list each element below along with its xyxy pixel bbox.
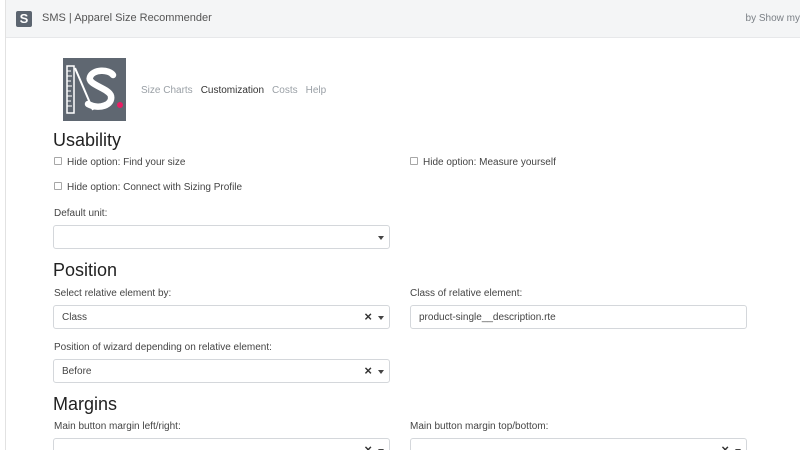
chevron-down-icon[interactable] xyxy=(378,236,384,240)
default-unit-select[interactable] xyxy=(53,225,390,249)
wizard-position-label: Position of wizard depending on relative… xyxy=(54,342,272,353)
clear-icon[interactable]: × xyxy=(364,364,372,378)
usability-heading: Usability xyxy=(53,130,122,150)
left-edge xyxy=(0,0,6,450)
margin-left-right-select[interactable]: × xyxy=(53,438,390,450)
nav-costs[interactable]: Costs xyxy=(272,85,298,96)
position-heading: Position xyxy=(53,260,118,280)
hide-connect-profile-label: Hide option: Connect with Sizing Profile xyxy=(67,182,243,193)
margin-left-right-label: Main button margin left/right: xyxy=(54,421,181,432)
clear-icon[interactable]: × xyxy=(364,310,372,324)
app-header: S SMS | Apparel Size Recommender by Show… xyxy=(6,0,800,38)
chevron-down-icon[interactable] xyxy=(378,370,384,374)
select-by-label: Select relative element by: xyxy=(54,288,172,299)
wizard-position-value: Before xyxy=(62,366,92,377)
app-badge-icon: S xyxy=(16,11,32,27)
chevron-down-icon[interactable] xyxy=(378,316,384,320)
hide-measure-yourself-option[interactable]: Hide option: Measure yourself xyxy=(410,156,556,168)
nav-size-charts[interactable]: Size Charts xyxy=(141,85,193,96)
class-relative-input[interactable]: product-single__description.rte xyxy=(410,305,747,329)
hide-connect-profile-option[interactable]: Hide option: Connect with Sizing Profile xyxy=(54,181,243,193)
nav-help[interactable]: Help xyxy=(306,85,327,96)
class-relative-label: Class of relative element: xyxy=(410,288,523,299)
by-author-link[interactable]: by Show my xyxy=(746,13,800,24)
clear-icon[interactable]: × xyxy=(364,443,372,450)
hide-find-size-option[interactable]: Hide option: Find your size xyxy=(54,156,186,168)
app-title: SMS | Apparel Size Recommender xyxy=(42,12,212,24)
select-by-select[interactable]: Class × xyxy=(53,305,390,329)
clear-icon[interactable]: × xyxy=(721,443,729,450)
hide-find-size-checkbox[interactable] xyxy=(54,156,62,165)
default-unit-label: Default unit: xyxy=(54,208,108,219)
wizard-position-select[interactable]: Before × xyxy=(53,359,390,383)
margin-top-bottom-label: Main button margin top/bottom: xyxy=(410,421,549,432)
hide-find-size-label: Hide option: Find your size xyxy=(67,157,186,168)
nav-customization[interactable]: Customization xyxy=(201,85,264,96)
hide-measure-yourself-label: Hide option: Measure yourself xyxy=(423,157,556,168)
main-nav: Size Charts Customization Costs Help xyxy=(141,85,334,96)
hide-measure-yourself-checkbox[interactable] xyxy=(410,156,418,165)
margin-top-bottom-select[interactable]: × xyxy=(410,438,747,450)
hide-connect-profile-checkbox[interactable] xyxy=(54,181,62,190)
margins-heading: Margins xyxy=(53,394,118,414)
app-logo xyxy=(63,58,126,121)
select-by-value: Class xyxy=(62,312,88,323)
